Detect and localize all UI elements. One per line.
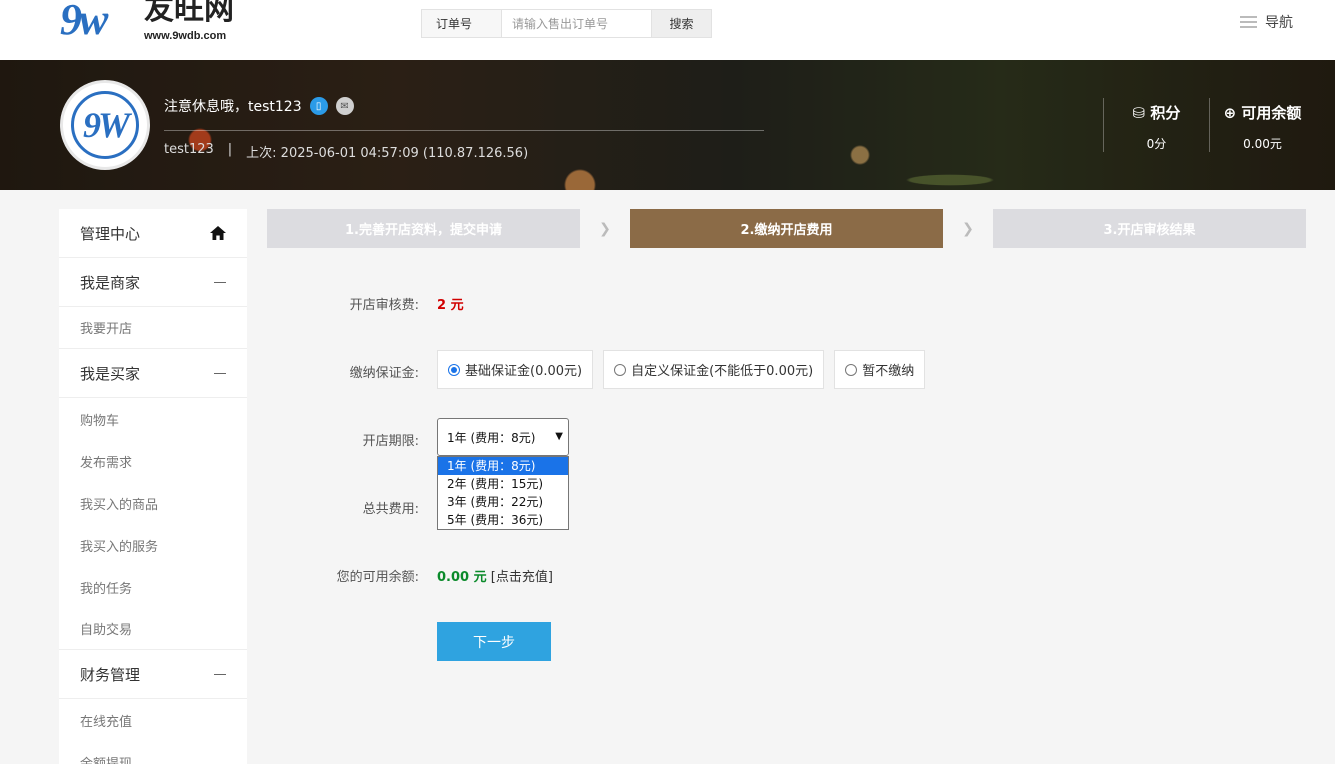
greeting: 注意休息哦，test123 ▯ ✉	[164, 96, 354, 116]
sidebar-item-recharge[interactable]: 在线充值	[59, 699, 247, 741]
separator: |	[227, 142, 233, 157]
period-option[interactable]: 5年 (费用：36元)	[438, 511, 568, 529]
top-bar: 9w 友旺网 www.9wdb.com 订单号 搜索 导航	[0, 0, 1335, 60]
email-icon[interactable]: ✉	[335, 97, 354, 115]
sidebar-item-open-shop[interactable]: 我要开店	[59, 307, 247, 349]
stat-value: 0.00元	[1243, 137, 1282, 151]
step-progress: 1.完善开店资料，提交申请 ❯ 2.缴纳开店费用 ❯ 3.开店审核结果	[267, 209, 1306, 248]
next-step-button[interactable]: 下一步	[437, 622, 551, 661]
balance-label: 您的可用余额:	[336, 570, 419, 585]
sidebar-item-cart[interactable]: 购物车	[59, 398, 247, 440]
chevron-right-icon: ❯	[599, 220, 611, 237]
account-stats: ⛁ 积分 0分 ⊕ 可用余额 0.00元	[1103, 98, 1315, 152]
sidebar-item-withdraw[interactable]: 余额提现	[59, 741, 247, 764]
period-option[interactable]: 3年 (费用：22元)	[438, 493, 568, 511]
fee-value: 2 元	[437, 298, 464, 313]
deposit-option-none[interactable]: 暂不缴纳	[834, 350, 926, 389]
period-option[interactable]: 1年 (费用：8元)	[438, 457, 568, 475]
sidebar-item-bought-goods[interactable]: 我买入的商品	[59, 482, 247, 524]
sidebar: 管理中心 我是商家 我要开店 我是买家 购物车 发布需求 我买入的商品 我买入的…	[59, 209, 247, 764]
collapse-icon	[214, 372, 226, 374]
stat-points[interactable]: ⛁ 积分 0分	[1103, 98, 1209, 152]
logo-url: www.9wdb.com	[144, 30, 227, 42]
chevron-down-icon: ▼	[555, 431, 563, 442]
search-type-select[interactable]: 订单号	[422, 10, 502, 37]
search-button[interactable]: 搜索	[651, 10, 711, 37]
sidebar-group-label: 我是商家	[80, 273, 141, 292]
nav-label: 导航	[1265, 15, 1293, 31]
sidebar-item-home[interactable]: 管理中心	[59, 209, 247, 258]
stat-value: 0分	[1146, 137, 1167, 151]
sidebar-item-bought-services[interactable]: 我买入的服务	[59, 524, 247, 566]
collapse-icon	[214, 281, 226, 283]
username: test123	[164, 142, 214, 157]
step-3: 3.开店审核结果	[993, 209, 1306, 248]
stat-title: ⛁ 积分	[1132, 104, 1181, 122]
radio[interactable]	[845, 363, 858, 376]
profile-banner: 9W 注意休息哦，test123 ▯ ✉ test123 | 上次: 2025-…	[0, 60, 1335, 190]
period-select[interactable]: 1年 (费用：8元) ▼	[437, 418, 569, 456]
balance-value: 0.00 元	[437, 570, 487, 585]
radio-checked[interactable]	[448, 363, 460, 376]
collapse-icon	[214, 673, 226, 675]
avatar-logo: 9W	[71, 91, 139, 159]
balance: 0.00 元 [点击充值]	[437, 566, 553, 585]
chevron-right-icon: ❯	[962, 220, 974, 237]
radio[interactable]	[614, 363, 627, 376]
search-input[interactable]	[502, 10, 651, 37]
sidebar-item-label: 管理中心	[80, 224, 141, 243]
sidebar-group-label: 财务管理	[80, 665, 141, 684]
option-label: 暂不缴纳	[862, 364, 915, 379]
period-dropdown: 1年 (费用：8元) 2年 (费用：15元) 3年 (费用：22元) 5年 (费…	[437, 456, 569, 530]
divider	[164, 130, 764, 131]
option-label: 基础保证金(0.00元)	[465, 364, 583, 379]
sidebar-item-post-demand[interactable]: 发布需求	[59, 440, 247, 482]
period-label: 开店期限:	[362, 434, 419, 449]
stat-balance[interactable]: ⊕ 可用余额 0.00元	[1209, 98, 1315, 152]
order-search: 订单号 搜索	[421, 9, 712, 38]
total-label: 总共费用:	[362, 502, 419, 517]
avatar[interactable]: 9W	[60, 80, 150, 170]
deposit-option-basic[interactable]: 基础保证金(0.00元)	[437, 350, 594, 389]
fee-label: 开店审核费:	[349, 298, 419, 313]
stat-title: ⊕ 可用余额	[1223, 104, 1302, 122]
deposit-option-custom[interactable]: 自定义保证金(不能低于0.00元)	[603, 350, 825, 389]
deposit-options: 基础保证金(0.00元) 自定义保证金(不能低于0.00元) 暂不缴纳	[437, 350, 926, 389]
sidebar-group-finance[interactable]: 财务管理	[59, 650, 247, 699]
last-login: 上次: 2025-06-01 04:57:09 (110.87.126.56)	[246, 146, 529, 161]
home-icon	[210, 226, 226, 240]
sidebar-item-my-tasks[interactable]: 我的任务	[59, 566, 247, 608]
period-selected-value: 1年 (费用：8元)	[447, 430, 536, 445]
sidebar-group-buyer[interactable]: 我是买家	[59, 349, 247, 398]
deposit-label: 缴纳保证金:	[349, 366, 419, 381]
period-option[interactable]: 2年 (费用：15元)	[438, 475, 568, 493]
sidebar-item-self-trade[interactable]: 自助交易	[59, 608, 247, 650]
nav-menu-button[interactable]: 导航	[1240, 12, 1293, 32]
sidebar-group-merchant[interactable]: 我是商家	[59, 258, 247, 307]
step-1: 1.完善开店资料，提交申请	[267, 209, 580, 248]
login-info: test123 | 上次: 2025-06-01 04:57:09 (110.8…	[164, 142, 528, 161]
site-logo[interactable]: 9w 友旺网 www.9wdb.com	[60, 0, 260, 46]
recharge-link[interactable]: [点击充值]	[491, 570, 553, 585]
sidebar-group-label: 我是买家	[80, 364, 141, 383]
greeting-text: 注意休息哦，test123	[164, 99, 302, 115]
list-icon	[1240, 16, 1257, 28]
phone-verified-icon[interactable]: ▯	[309, 97, 328, 115]
logo-name: 友旺网	[144, 0, 234, 26]
logo-mark: 9w	[60, 0, 108, 44]
option-label: 自定义保证金(不能低于0.00元)	[631, 364, 814, 379]
step-2-active: 2.缴纳开店费用	[630, 209, 943, 248]
